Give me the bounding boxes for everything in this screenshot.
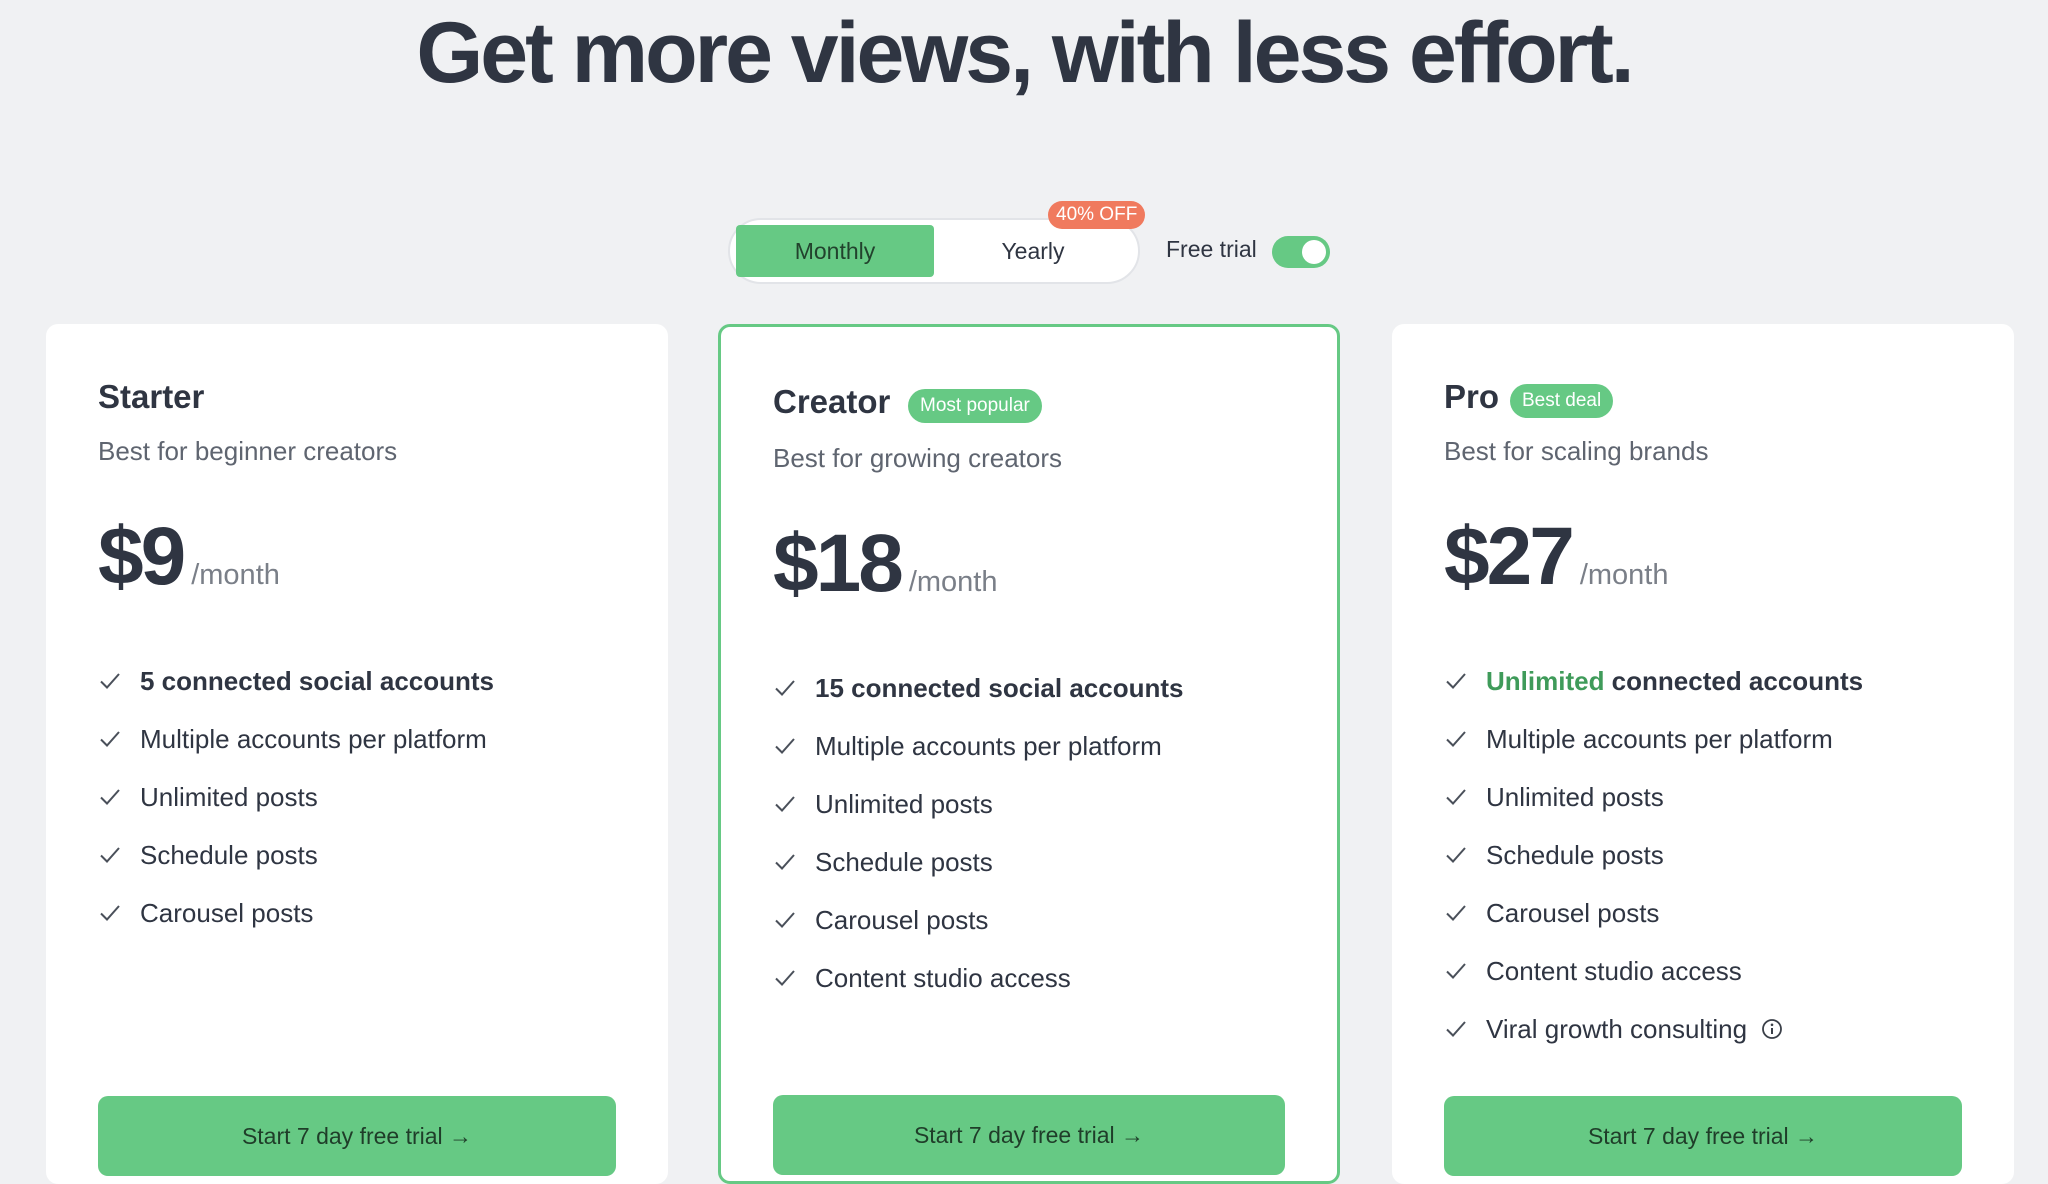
feature-item: Schedule posts (1444, 826, 1863, 884)
switch-knob (1302, 240, 1326, 264)
check-icon (100, 673, 120, 689)
plan-name: Starter (98, 378, 205, 415)
monthly-option[interactable]: Monthly (736, 225, 934, 277)
check-icon (100, 905, 120, 921)
check-icon (775, 854, 795, 870)
feature-list: Unlimited connected accounts Multiple ac… (1444, 652, 1863, 1058)
check-icon (100, 731, 120, 747)
info-icon[interactable] (1761, 1018, 1783, 1040)
plan-name: Pro (1444, 378, 1500, 415)
start-trial-button[interactable]: Start 7 day free trial → (98, 1096, 616, 1176)
page-headline: Get more views, with less effort. (416, 5, 1634, 101)
best-deal-badge: Best deal (1510, 384, 1614, 418)
feature-text: Schedule posts (1486, 839, 1664, 870)
feature-item: 5 connected social accounts (98, 652, 494, 710)
start-trial-button[interactable]: Start 7 day free trial → (773, 1095, 1285, 1175)
feature-text: Carousel posts (1486, 897, 1660, 928)
price-period: /month (191, 559, 280, 591)
feature-item: Unlimited posts (98, 768, 494, 826)
feature-text: Carousel posts (140, 897, 314, 928)
feature-item: Multiple accounts per platform (773, 717, 1183, 775)
price-row: $18 /month (773, 517, 998, 611)
plan-price: $27 (1444, 511, 1575, 602)
check-icon (1446, 847, 1466, 863)
feature-item: Unlimited connected accounts (1444, 652, 1863, 710)
price-period: /month (908, 566, 998, 598)
feature-item: Viral growth consulting (1444, 1000, 1863, 1058)
feature-text: 5 connected social accounts (140, 665, 495, 696)
plan-card-pro: Pro Best deal Best for scaling brands $2… (1392, 324, 2014, 1184)
feature-list: 5 connected social accounts Multiple acc… (98, 652, 494, 942)
feature-item: Unlimited posts (1444, 768, 1863, 826)
plan-card-creator: Creator Most popular Best for growing cr… (718, 324, 1340, 1184)
feature-highlight: Unlimited (1486, 665, 1605, 696)
feature-text: Unlimited posts (140, 781, 318, 812)
feature-text: Multiple accounts per platform (140, 723, 487, 754)
check-icon (1446, 673, 1466, 689)
check-icon (775, 912, 795, 928)
plan-price: $9 (98, 511, 186, 602)
most-popular-badge: Most popular (908, 389, 1042, 423)
plan-description: Best for beginner creators (98, 436, 398, 466)
feature-item: 15 connected social accounts (773, 659, 1183, 717)
price-row: $9 /month (98, 510, 280, 604)
feature-item: Carousel posts (773, 891, 1183, 949)
feature-item: Carousel posts (98, 884, 494, 942)
yearly-option[interactable]: Yearly (934, 225, 1132, 277)
price-row: $27 /month (1444, 510, 1669, 604)
feature-item: Content studio access (773, 949, 1183, 1007)
check-icon (100, 847, 120, 863)
feature-item: Schedule posts (98, 826, 494, 884)
check-icon (1446, 789, 1466, 805)
feature-item: Multiple accounts per platform (98, 710, 494, 768)
feature-text: Multiple accounts per platform (815, 730, 1162, 761)
feature-item: Multiple accounts per platform (1444, 710, 1863, 768)
check-icon (775, 970, 795, 986)
plan-description: Best for scaling brands (1444, 436, 1709, 466)
check-icon (1446, 963, 1466, 979)
feature-item: Carousel posts (1444, 884, 1863, 942)
feature-text: Content studio access (815, 962, 1071, 993)
check-icon (775, 680, 795, 696)
feature-text: Carousel posts (815, 904, 989, 935)
check-icon (1446, 1021, 1466, 1037)
plan-price: $18 (773, 518, 904, 609)
plan-name: Creator (773, 383, 891, 420)
feature-item: Content studio access (1444, 942, 1863, 1000)
feature-item: Unlimited posts (773, 775, 1183, 833)
discount-badge: 40% OFF (1048, 201, 1146, 229)
check-icon (1446, 731, 1466, 747)
feature-list: 15 connected social accounts Multiple ac… (773, 659, 1183, 1007)
free-trial-switch[interactable] (1272, 236, 1330, 268)
feature-text: Multiple accounts per platform (1486, 723, 1833, 754)
plan-description: Best for growing creators (773, 443, 1063, 473)
feature-item: Schedule posts (773, 833, 1183, 891)
feature-text: Unlimited posts (1486, 781, 1664, 812)
feature-text: 15 connected social accounts (815, 672, 1184, 703)
check-icon (775, 738, 795, 754)
feature-text: Schedule posts (815, 846, 993, 877)
start-trial-button[interactable]: Start 7 day free trial → (1444, 1096, 1962, 1176)
free-trial-label: Free trial (1166, 236, 1257, 262)
check-icon (775, 796, 795, 812)
feature-text: Unlimited posts (815, 788, 993, 819)
price-period: /month (1579, 559, 1669, 591)
check-icon (100, 789, 120, 805)
feature-text: Viral growth consulting (1486, 1013, 1748, 1044)
feature-text: Content studio access (1486, 955, 1742, 986)
feature-text: connected accounts (1604, 665, 1864, 696)
plan-card-starter: Starter Best for beginner creators $9 /m… (46, 324, 668, 1184)
feature-text: Schedule posts (140, 839, 318, 870)
check-icon (1446, 905, 1466, 921)
